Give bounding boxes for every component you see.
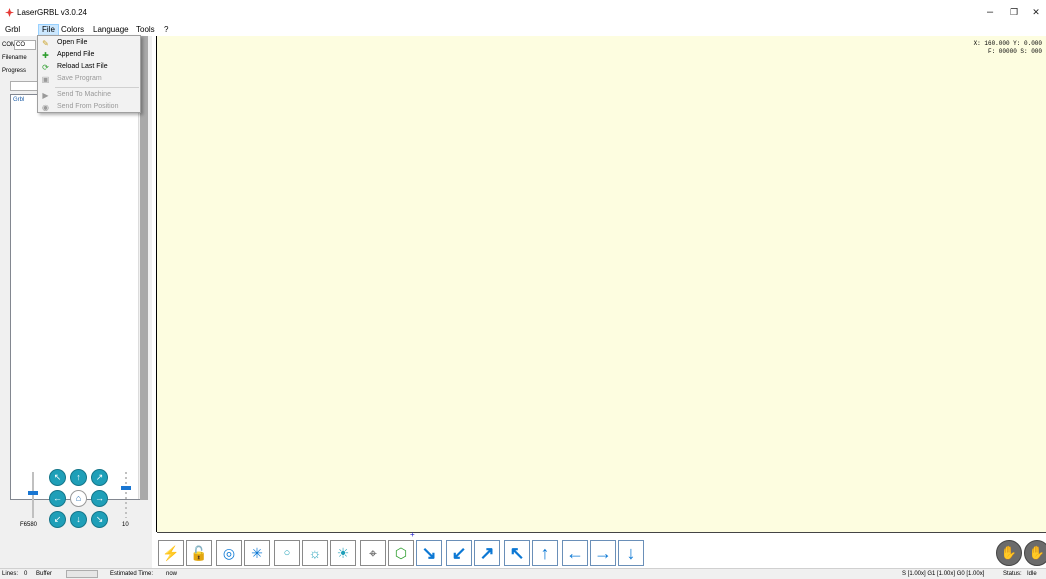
speed-slider-track[interactable] xyxy=(32,472,34,518)
jog-n-button[interactable]: ↑ xyxy=(70,469,87,486)
homing-icon[interactable]: ◎ xyxy=(216,540,242,566)
step-label: 10 xyxy=(122,522,129,528)
jog-nw-button[interactable]: ↖ xyxy=(49,469,66,486)
restore-button[interactable]: ❐ xyxy=(1002,4,1026,20)
folder-open-icon: ✎ xyxy=(42,39,49,48)
move-sw-icon[interactable]: ↙ xyxy=(446,540,472,566)
buffer-label: Buffer xyxy=(36,571,52,577)
preview-canvas[interactable]: X: 160.000 Y: 0.000 F: 00000 S: 000 xyxy=(156,36,1046,533)
menu-reload-last-file[interactable]: ⟳ Reload Last File xyxy=(38,61,140,73)
jog-e-button[interactable]: → xyxy=(91,490,108,507)
menu-separator xyxy=(55,87,139,88)
move-right-icon[interactable]: → xyxy=(590,540,616,566)
status-bar: Lines: 0 Buffer Estimated Time: now S [1… xyxy=(0,568,1046,579)
menu-bar: Grbl File Colors Language Tools ? xyxy=(0,24,1046,36)
menu-grbl[interactable]: Grbl xyxy=(2,24,23,36)
log-line: Grbl xyxy=(13,97,25,103)
jog-s-button[interactable]: ↓ xyxy=(70,511,87,528)
progress-label: Progress xyxy=(2,68,27,74)
title-bar: LaserGRBL v3.0.24 – ❐ ✕ xyxy=(0,0,1046,24)
lines-value: 0 xyxy=(24,571,28,577)
estimated-time-value: now xyxy=(166,571,178,577)
com-port-value: CO xyxy=(16,42,25,48)
unlock-icon[interactable]: 🔓 xyxy=(186,540,212,566)
coords-feed: F: 00000 S: 000 xyxy=(987,48,1042,55)
x-axis-line xyxy=(157,532,1046,533)
center-icon[interactable]: ✳ xyxy=(244,540,270,566)
move-left-icon[interactable]: ← xyxy=(562,540,588,566)
reset-icon[interactable]: ⚡ xyxy=(158,540,184,566)
safety-door-icon[interactable]: ✋ xyxy=(996,540,1022,566)
lines-label: Lines: xyxy=(2,571,19,577)
move-nw-icon[interactable]: ↖ xyxy=(504,540,530,566)
append-icon: ✚ xyxy=(42,51,49,60)
menu-append-file[interactable]: ✚ Append File xyxy=(38,49,140,61)
move-down-icon[interactable]: ↓ xyxy=(618,540,644,566)
estimated-time-label: Estimated Time: xyxy=(110,571,154,577)
move-se-icon[interactable]: ↘ xyxy=(416,540,442,566)
menu-send-from-position[interactable]: ◉ Send From Position xyxy=(38,101,140,113)
speed-label: F6580 xyxy=(20,522,38,528)
stop-hand-icon[interactable]: ✋ xyxy=(1024,540,1046,566)
step-slider-thumb[interactable] xyxy=(121,486,131,490)
jog-w-button[interactable]: ← xyxy=(49,490,66,507)
com-port-select[interactable]: CO xyxy=(14,40,36,50)
jog-controls: F6580 ↖ ↑ ↗ ← ⌂ → ↙ ↓ ↘ 10 xyxy=(0,466,152,532)
minimize-button[interactable]: – xyxy=(978,4,1002,20)
play-icon: ▶ xyxy=(42,91,49,100)
filename-label: Filename xyxy=(2,55,27,61)
reload-icon: ⟳ xyxy=(42,63,49,72)
status-value: Idle xyxy=(1027,571,1037,577)
set-origin-icon[interactable]: ⌖ xyxy=(360,540,386,566)
buffer-progress xyxy=(66,570,98,578)
file-menu-dropdown: ✎ Open File ✚ Append File ⟳ Reload Last … xyxy=(37,35,141,113)
coordinates-readout: X: 160.000 Y: 0.000 F: 00000 S: 000 xyxy=(974,40,1042,56)
panel-splitter[interactable] xyxy=(140,36,148,500)
jog-ne-button[interactable]: ↗ xyxy=(91,469,108,486)
override-status: S [1.00x] G1 [1.00x] G0 [1.00x] xyxy=(902,571,985,577)
laser-high-icon[interactable]: ☀ xyxy=(330,540,356,566)
menu-help[interactable]: ? xyxy=(161,24,171,36)
coords-position: X: 160.000 Y: 0.000 xyxy=(973,40,1042,47)
bottom-toolbar: ⚡ 🔓 ◎ ✳ ○ ☼ ☀ ⌖ ⬡ ↘ ↙ ↗ ↖ ↑ ← → ↓ ✋ ✋ xyxy=(156,538,1046,568)
move-up-icon[interactable]: ↑ xyxy=(532,540,558,566)
speed-slider-thumb[interactable] xyxy=(28,491,38,495)
close-button[interactable]: ✕ xyxy=(1024,4,1046,20)
window-title: LaserGRBL v3.0.24 xyxy=(17,8,87,17)
step-slider-track[interactable] xyxy=(125,472,127,518)
save-icon: ▣ xyxy=(41,75,50,84)
status-label: Status: xyxy=(1003,571,1022,577)
move-ne-icon[interactable]: ↗ xyxy=(474,540,500,566)
laser-focus-icon[interactable]: ○ xyxy=(274,540,300,566)
laser-app-icon xyxy=(5,8,14,17)
laser-low-icon[interactable]: ☼ xyxy=(302,540,328,566)
jog-sw-button[interactable]: ↙ xyxy=(49,511,66,528)
menu-save-program[interactable]: ▣ Save Program xyxy=(38,73,140,85)
menu-open-file[interactable]: ✎ Open File xyxy=(38,37,140,49)
menu-send-to-machine[interactable]: ▶ Send To Machine xyxy=(38,89,140,101)
position-icon: ◉ xyxy=(42,103,49,112)
jog-se-button[interactable]: ↘ xyxy=(91,511,108,528)
console-log[interactable]: Grbl ▲ ▼ xyxy=(10,94,147,500)
jog-home-button[interactable]: ⌂ xyxy=(70,490,87,507)
frame-icon[interactable]: ⬡ xyxy=(388,540,414,566)
